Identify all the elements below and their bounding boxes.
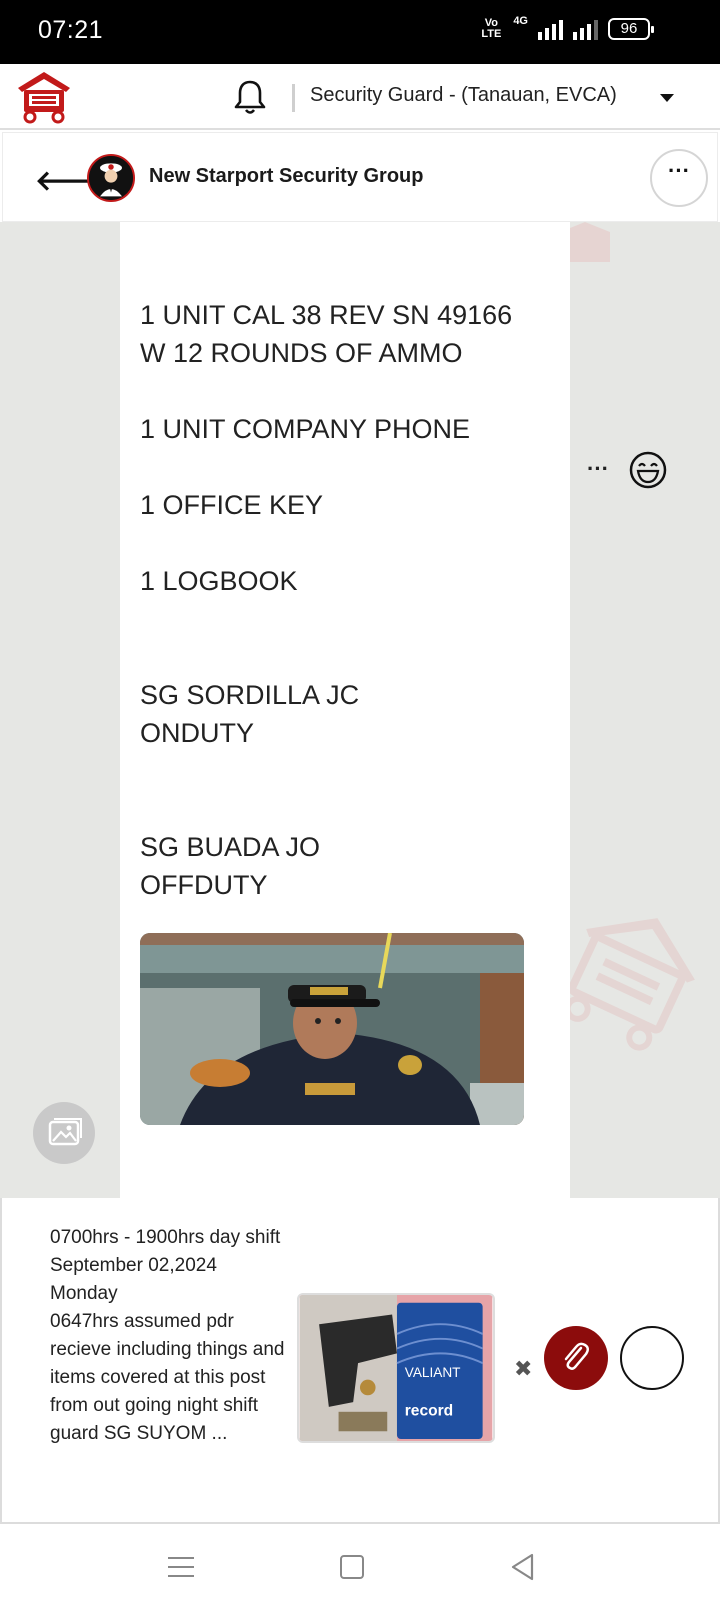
network-type: 4G — [513, 15, 528, 27]
app-logo[interactable] — [12, 68, 76, 124]
app-header: Security Guard - (Tanauan, EVCA) — [0, 64, 720, 130]
image-icon — [48, 1118, 82, 1146]
status-bar: 07:21 Vo LTE 4G 96 — [0, 0, 720, 64]
chat-title: New Starport Security Group — [149, 165, 424, 187]
attach-button[interactable] — [544, 1326, 608, 1390]
header-divider — [292, 84, 295, 112]
message-input[interactable]: 0700hrs - 1900hrs day shift September 02… — [50, 1224, 290, 1484]
svg-text:record: record — [405, 1403, 453, 1420]
message-text: COVERED IN THIS POST 1 UNIT CAL 38 REV S… — [140, 300, 513, 900]
bell-icon[interactable] — [232, 78, 268, 116]
ellipsis-icon[interactable]: ··· — [650, 149, 708, 207]
gallery-button[interactable] — [33, 1102, 95, 1164]
send-button[interactable] — [620, 1326, 684, 1390]
chat-header: 🡐 New Starport Security Group ··· — [2, 132, 718, 222]
close-icon[interactable]: ✖ — [514, 1356, 532, 1382]
status-icons: Vo LTE 4G 96 — [479, 15, 654, 40]
role-selector[interactable]: Security Guard - (Tanauan, EVCA) — [310, 84, 617, 107]
message-options-icon[interactable]: ··· — [587, 456, 609, 482]
chevron-down-icon[interactable] — [660, 94, 674, 102]
signal-icon — [538, 18, 563, 40]
status-time: 07:21 — [38, 16, 104, 44]
signal-icon-2 — [573, 18, 598, 40]
system-nav-bar — [0, 1524, 720, 1612]
svg-text:VALIANT: VALIANT — [405, 1365, 461, 1380]
chat-area[interactable]: COVERED IN THIS POST 1 UNIT CAL 38 REV S… — [0, 222, 720, 1198]
recent-apps-icon[interactable] — [168, 1556, 194, 1578]
emoji-icon[interactable] — [628, 450, 668, 490]
message-photo[interactable] — [140, 933, 524, 1125]
attachment-thumbnail[interactable]: VALIANT record — [297, 1293, 495, 1443]
message-composer: 0700hrs - 1900hrs day shift September 02… — [0, 1198, 720, 1524]
paperclip-icon — [564, 1342, 589, 1370]
home-icon[interactable] — [340, 1555, 364, 1579]
group-avatar[interactable] — [87, 154, 135, 202]
battery-icon: 96 — [608, 18, 654, 40]
volte-indicator: Vo LTE — [481, 17, 502, 40]
back-icon[interactable] — [510, 1553, 536, 1581]
watermark-logo-large — [564, 918, 695, 1051]
